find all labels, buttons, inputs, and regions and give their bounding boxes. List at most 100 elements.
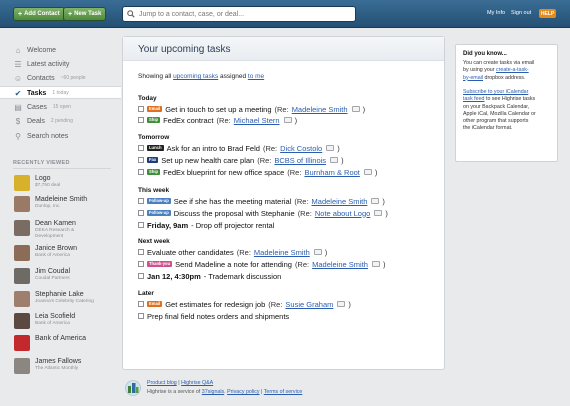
recent-item[interactable]: Logo $7,750 deal bbox=[14, 175, 119, 195]
task-text: Prep final field notes orders and shipme… bbox=[147, 311, 290, 321]
task-checkbox[interactable] bbox=[138, 301, 144, 307]
task-row: Follow-up Discuss the proposal with Steph… bbox=[138, 208, 388, 218]
avatar bbox=[14, 220, 30, 236]
note-icon[interactable] bbox=[313, 249, 322, 255]
sidebar-item-tasks[interactable]: ✔ Tasks 1 today bbox=[13, 87, 69, 99]
task-checkbox[interactable] bbox=[138, 261, 144, 267]
sidebar-item-contacts[interactable]: ☺ Contacts ~60 people bbox=[13, 72, 86, 84]
task-checkbox[interactable] bbox=[138, 198, 144, 204]
sidebar-item-label: Search notes bbox=[27, 132, 69, 140]
note-icon[interactable] bbox=[283, 117, 292, 123]
task-section-heading: Next week bbox=[138, 238, 170, 245]
task-row: Evaluate other candidates (Re: Madeleine S… bbox=[138, 247, 327, 257]
task-checkbox[interactable] bbox=[138, 222, 144, 228]
recent-item[interactable]: James Fallows The Atlantic Monthly bbox=[14, 358, 119, 378]
company-link[interactable]: 37signals bbox=[202, 389, 224, 395]
activity-icon: ☰ bbox=[14, 59, 22, 69]
recent-item[interactable]: Stephanie Lake Joanna's Celebrity Caterin… bbox=[14, 291, 119, 311]
sidebar-item-label: Deals bbox=[27, 117, 45, 125]
note-icon[interactable] bbox=[330, 157, 339, 163]
recent-item[interactable]: Dean Kamen DEKA Research & Development bbox=[14, 220, 119, 240]
task-checkbox[interactable] bbox=[138, 169, 144, 175]
sidebar-item-count: 1 today bbox=[52, 90, 69, 96]
note-icon[interactable] bbox=[363, 169, 372, 175]
note-icon[interactable] bbox=[374, 210, 383, 216]
task-related-link[interactable]: Michael Stern bbox=[234, 116, 280, 125]
task-re-suffix: ) bbox=[385, 208, 388, 218]
task-text: - Drop off projector rental bbox=[191, 220, 275, 230]
recent-item-subtitle: Bank of America bbox=[35, 321, 70, 326]
task-due-time: Friday, 9am bbox=[147, 220, 189, 230]
note-icon[interactable] bbox=[351, 106, 360, 112]
task-text: - Trademark discussion bbox=[203, 271, 282, 281]
note-icon[interactable] bbox=[371, 261, 380, 267]
recent-item-text: Bank of America bbox=[35, 335, 86, 343]
footer-separator: | bbox=[178, 380, 180, 386]
recent-item[interactable]: Bank of America bbox=[14, 335, 119, 355]
task-related-link[interactable]: Madeleine Smith bbox=[254, 248, 310, 257]
task-related-link[interactable]: Madeleine Smith bbox=[312, 260, 368, 269]
recent-item[interactable]: Madeleine Smith Dunlop, Inc. bbox=[14, 196, 119, 216]
sidebar-item-search-notes[interactable]: ⚲ Search notes bbox=[13, 130, 68, 142]
help-button[interactable]: HELP bbox=[539, 9, 556, 18]
sidebar-item-latest-activity[interactable]: ☰ Latest activity bbox=[13, 58, 69, 70]
task-re-suffix: ) bbox=[341, 155, 344, 165]
task-checkbox[interactable] bbox=[138, 210, 144, 216]
task-checkbox[interactable] bbox=[138, 157, 144, 163]
sidebar-item-deals[interactable]: $ Deals 2 pending bbox=[13, 115, 73, 127]
recent-item-subtitle: Coudal Partners bbox=[35, 276, 70, 281]
recent-item[interactable]: Janice Brown Bank of America bbox=[14, 245, 119, 265]
search-input[interactable]: Jump to a contact, case, or deal... bbox=[122, 6, 356, 22]
task-related-link[interactable]: Dick Costolo bbox=[280, 144, 322, 153]
recent-item-name: Jim Coudal bbox=[35, 268, 71, 275]
product-blog-link[interactable]: Product blog bbox=[147, 380, 177, 386]
task-category-badge: Lunch bbox=[147, 145, 164, 151]
task-checkbox[interactable] bbox=[138, 106, 144, 112]
top-bar: + Add Contact + New Task Jump to a conta… bbox=[0, 0, 570, 28]
privacy-policy-link[interactable]: Privacy policy bbox=[227, 389, 259, 395]
sidebar-item-cases[interactable]: ▤ Cases 15 open bbox=[13, 101, 71, 113]
task-re-prefix: (Re: bbox=[297, 208, 312, 218]
task-checkbox[interactable] bbox=[138, 313, 144, 319]
task-checkbox[interactable] bbox=[138, 117, 144, 123]
add-contact-button[interactable]: + Add Contact bbox=[13, 7, 65, 21]
task-checkbox[interactable] bbox=[138, 273, 144, 279]
upcoming-tasks-link[interactable]: upcoming tasks bbox=[173, 73, 218, 80]
task-related-link[interactable]: Note about Logo bbox=[315, 209, 370, 218]
terms-link[interactable]: Terms of service bbox=[264, 389, 303, 395]
task-related-link[interactable]: Madeleine Smith bbox=[312, 197, 368, 206]
my-info-link[interactable]: My Info bbox=[487, 10, 505, 16]
task-related-link[interactable]: Madeleine Smith bbox=[292, 105, 348, 114]
deal-icon bbox=[14, 175, 30, 191]
task-checkbox[interactable] bbox=[138, 145, 144, 151]
sign-out-link[interactable]: Sign out bbox=[511, 10, 531, 16]
recent-item-subtitle: Bank of America bbox=[35, 253, 70, 258]
recent-item-name: Dean Kamen bbox=[35, 220, 76, 227]
note-icon[interactable] bbox=[371, 198, 380, 204]
task-category-badge: Ship bbox=[147, 117, 161, 123]
search-placeholder: Jump to a contact, case, or deal... bbox=[139, 10, 245, 18]
task-text: Get estimates for redesign job bbox=[165, 299, 266, 309]
to-me-link[interactable]: to me bbox=[248, 73, 264, 80]
task-checkbox[interactable] bbox=[138, 249, 144, 255]
recent-item[interactable]: Jim Coudal Coudal Partners bbox=[14, 268, 119, 288]
task-re-prefix: (Re: bbox=[216, 115, 231, 125]
task-row: Thank-you Send Madeline a note for attend… bbox=[138, 259, 385, 269]
task-related-link[interactable]: Susie Graham bbox=[285, 300, 333, 309]
task-text: See if she has the meeting material bbox=[173, 196, 292, 206]
highrise-qa-link[interactable]: Highrise Q&A bbox=[181, 380, 213, 386]
recent-item[interactable]: Leia Scofield Bank of America bbox=[14, 313, 119, 333]
new-task-button[interactable]: + New Task bbox=[63, 7, 107, 21]
add-contact-label: Add Contact bbox=[24, 11, 60, 17]
sidebar-item-welcome[interactable]: ⌂ Welcome bbox=[13, 44, 56, 56]
task-section-heading: Later bbox=[138, 290, 154, 297]
task-text: Discuss the proposal with Stephanie bbox=[173, 208, 295, 218]
note-icon[interactable] bbox=[337, 301, 346, 307]
avatar bbox=[14, 291, 30, 307]
task-text: Set up new health care plan bbox=[161, 155, 255, 165]
task-row: Ship FedEx blueprint for new office space… bbox=[138, 167, 377, 177]
task-related-link[interactable]: Burnham & Root bbox=[304, 168, 359, 177]
task-related-link[interactable]: BCBS of Illinois bbox=[274, 156, 326, 165]
task-re-prefix: (Re: bbox=[287, 167, 302, 177]
note-icon[interactable] bbox=[326, 145, 335, 151]
